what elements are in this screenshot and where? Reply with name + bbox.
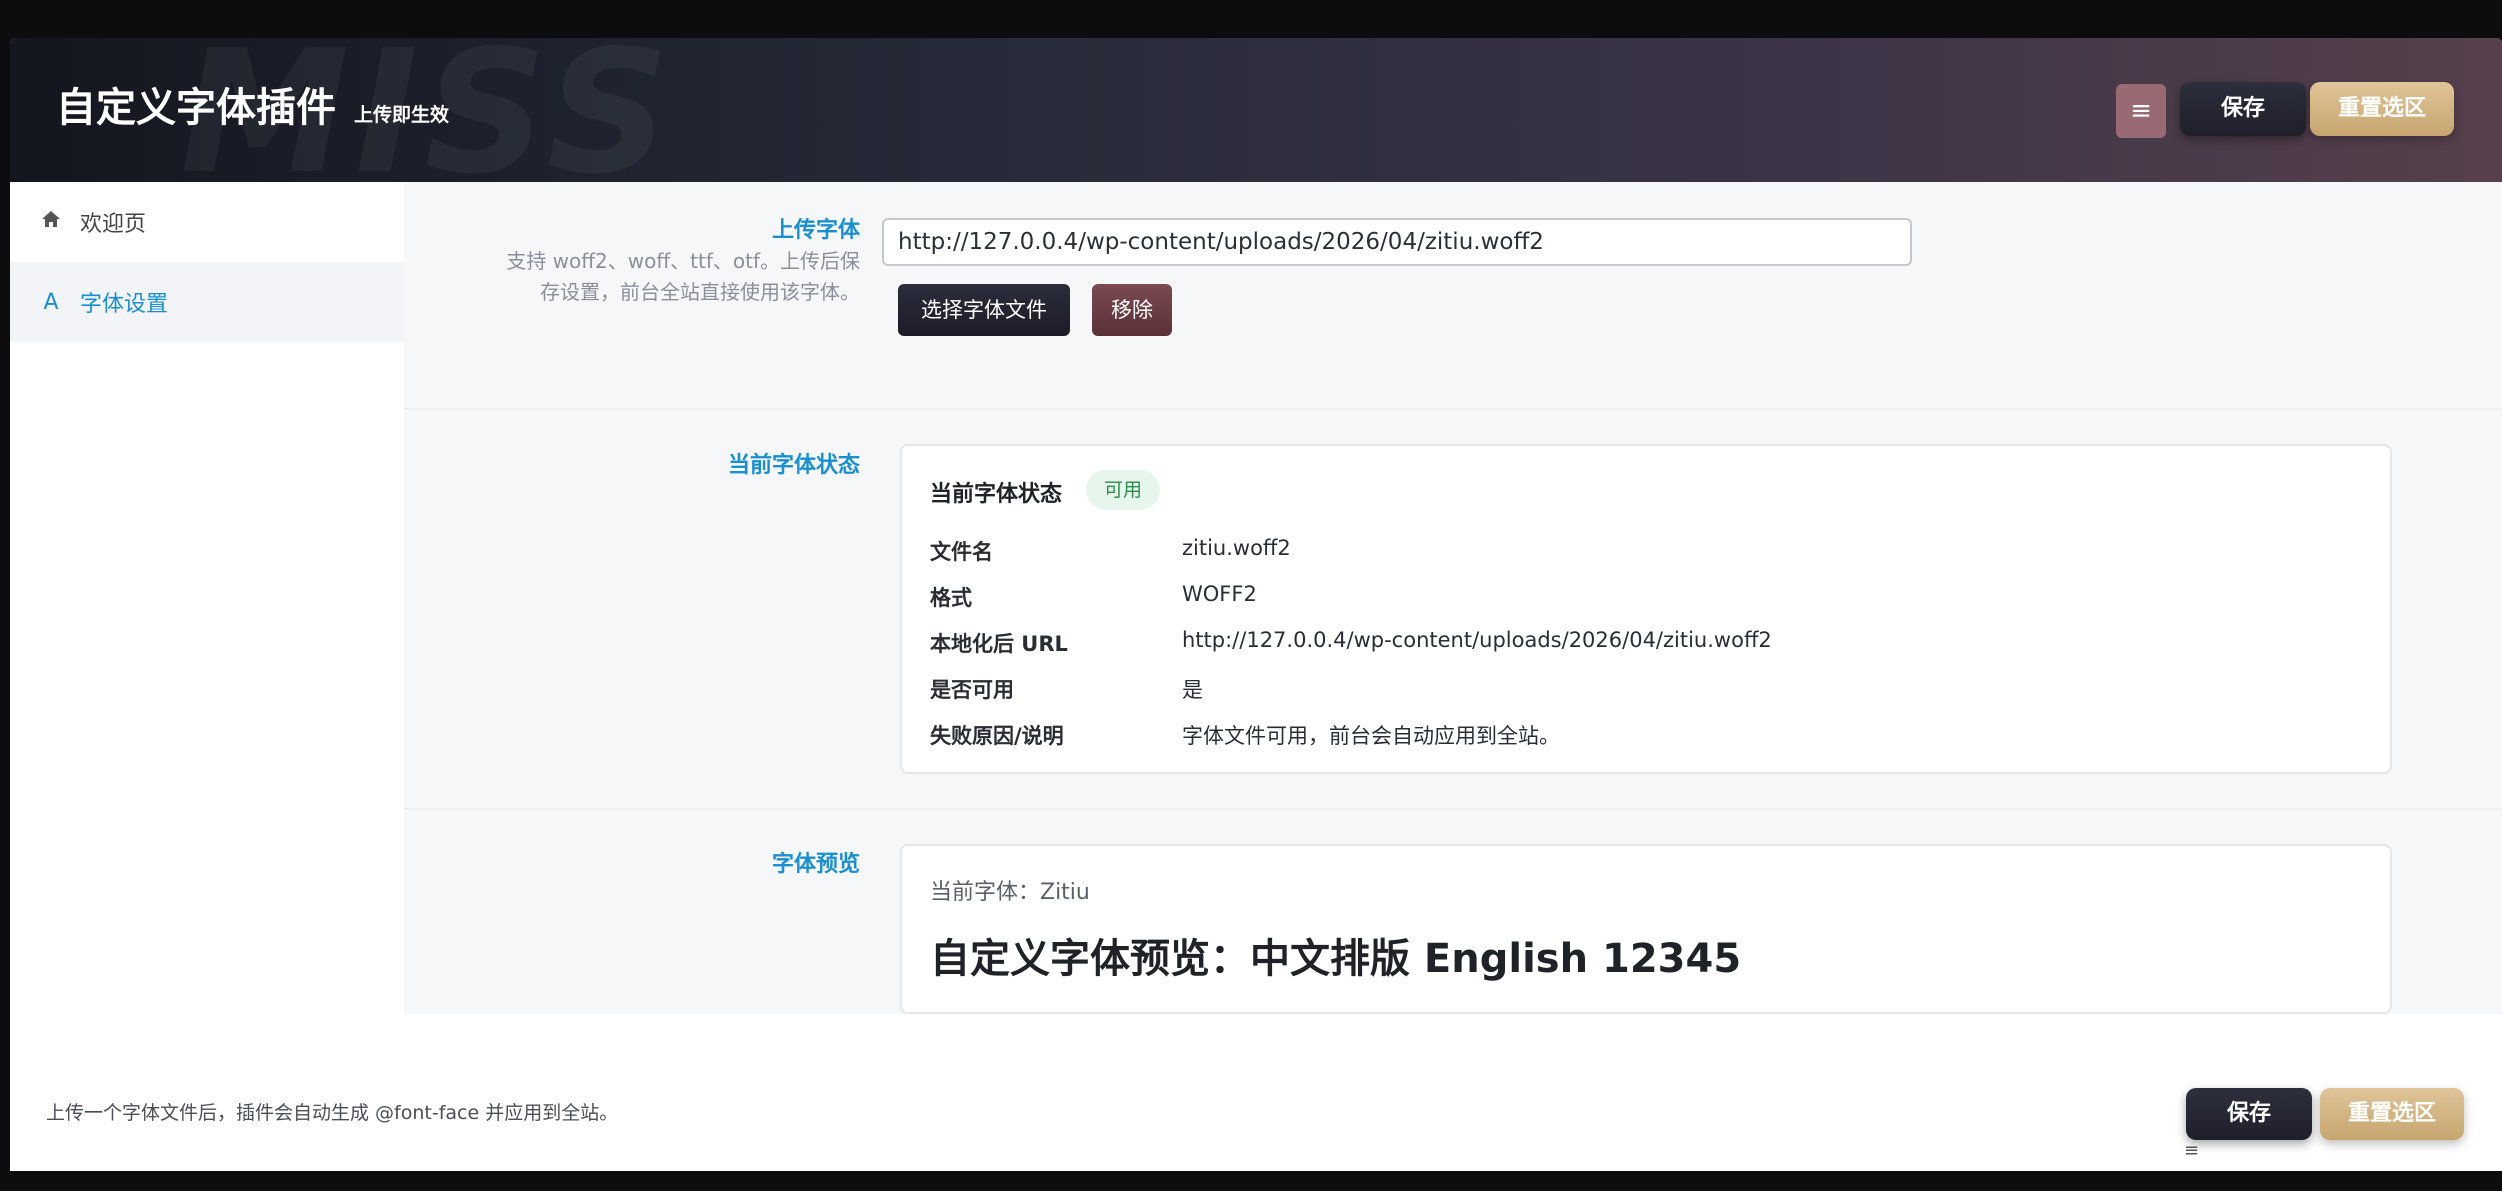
status-value-url: http://127.0.0.4/wp-content/uploads/2026… (1182, 628, 1772, 652)
status-value-filename: zitiu.woff2 (1182, 536, 1291, 560)
remove-font-button[interactable]: 移除 (1092, 284, 1172, 336)
drag-handle-icon[interactable]: ≡ (2184, 1140, 2199, 1161)
divider (404, 408, 2502, 410)
upload-font-desc-1: 支持 woff2、woff、ttf、otf。上传后保 (506, 249, 860, 273)
footer-reset-selection-button[interactable]: 重置选区 (2320, 1088, 2464, 1140)
status-key-reason: 失败原因/说明 (930, 724, 1064, 748)
status-value-available: 是 (1182, 678, 1203, 702)
reset-selection-button[interactable]: 重置选区 (2310, 82, 2454, 136)
home-icon (38, 208, 64, 236)
font-preview-sample: 自定义字体预览：中文排版 English 12345 (930, 936, 1742, 982)
footer-hint: 上传一个字体文件后，插件会自动生成 @font-face 并应用到全站。 (46, 1102, 619, 1124)
sidebar-item-label: 字体设置 (80, 292, 169, 317)
save-button[interactable]: 保存 (2180, 82, 2306, 136)
sidebar-item-welcome[interactable]: 欢迎页 (10, 182, 404, 262)
status-key-url: 本地化后 URL (930, 632, 1068, 656)
font-preview-card: 当前字体：Zitiu 自定义字体预览：中文排版 English 12345 (900, 844, 2392, 1014)
status-card-title: 当前字体状态 (930, 482, 1063, 507)
choose-font-file-button[interactable]: 选择字体文件 (898, 284, 1070, 336)
font-preview-label: 字体预览 (771, 852, 860, 877)
status-key-format: 格式 (930, 586, 972, 610)
upload-font-label: 上传字体 (771, 218, 860, 243)
status-value-format: WOFF2 (1182, 582, 1257, 606)
status-badge: 可用 (1086, 470, 1160, 510)
main-content: 上传字体 支持 woff2、woff、ttf、otf。上传后保 存设置，前台全站… (404, 182, 2502, 1014)
font-status-card: 当前字体状态 可用 文件名 zitiu.woff2 格式 WOFF2 本地化后 … (900, 444, 2392, 774)
menu-icon: ≡ (2130, 96, 2152, 126)
current-font-name: 当前字体：Zitiu (930, 880, 1090, 905)
header-bar: MISS 自定义字体插件 上传即生效 ≡ 保存 重置选区 (10, 38, 2502, 182)
sidebar-item-font-settings[interactable]: A 字体设置 (10, 262, 404, 342)
footer-bar: 上传一个字体文件后，插件会自动生成 @font-face 并应用到全站。 保存 … (10, 1014, 2502, 1171)
status-key-filename: 文件名 (930, 540, 993, 564)
page-title: 自定义字体插件 (56, 85, 336, 131)
status-key-available: 是否可用 (930, 678, 1014, 702)
divider (404, 808, 2502, 810)
sidebar: 欢迎页 A 字体设置 (10, 182, 404, 1014)
menu-button[interactable]: ≡ (2116, 84, 2166, 138)
font-icon: A (43, 289, 59, 315)
sidebar-item-label: 欢迎页 (80, 212, 147, 237)
status-value-reason: 字体文件可用，前台会自动应用到全站。 (1182, 724, 1560, 748)
footer-save-button[interactable]: 保存 (2186, 1088, 2312, 1140)
page-subtitle: 上传即生效 (354, 104, 450, 126)
upload-font-desc-2: 存设置，前台全站直接使用该字体。 (540, 280, 860, 304)
font-status-label: 当前字体状态 (727, 453, 860, 478)
font-url-input[interactable] (882, 218, 1912, 266)
app-window: MISS 自定义字体插件 上传即生效 ≡ 保存 重置选区 欢迎页 A 字体设置 … (10, 38, 2502, 1171)
